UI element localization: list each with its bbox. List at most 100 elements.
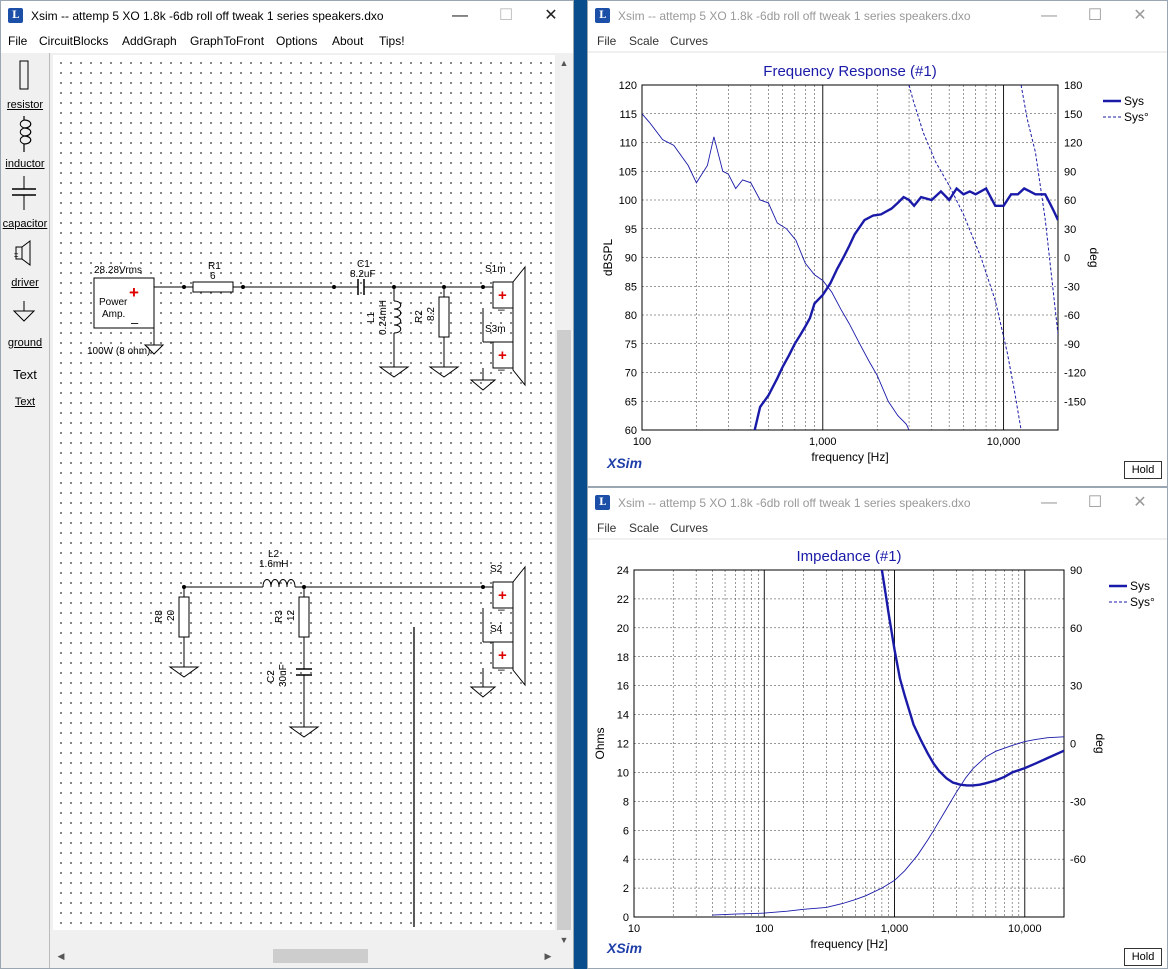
r2-name: R2 (414, 310, 425, 323)
palette-text[interactable]: Text Text (1, 365, 49, 415)
freq-menu-curves[interactable]: Curves (670, 34, 708, 48)
vertical-scrollbar[interactable]: ▲ ▼ (556, 55, 572, 948)
palette-text-label: Text (14, 396, 36, 408)
r2-resistor[interactable] (438, 296, 450, 338)
y2-tick-label: 0 (1064, 253, 1070, 265)
s3m-name: S3m (485, 324, 506, 335)
freq-close-button[interactable]: ✕ (1117, 1, 1163, 31)
maximize-button[interactable]: ☐ (483, 1, 529, 31)
y-axis-label: Ohms (593, 727, 607, 759)
s4-minus: – (498, 662, 505, 676)
scroll-left-arrow-icon[interactable]: ◀ (53, 948, 69, 964)
frequency-response-chart[interactable]: 60 65 70 75 80 85 90 95 100 105 110 115 120 -150 -120 -… (588, 53, 1167, 486)
y-tick-label: 115 (619, 109, 637, 121)
y-tick-label: 10 (617, 767, 629, 779)
l2-inductor[interactable] (262, 579, 296, 588)
component-palette: resistor inductor capacitor ± driver gro… (1, 53, 50, 968)
y2-tick-label: 60 (1064, 195, 1076, 207)
freq-maximize-button[interactable]: ☐ (1072, 1, 1118, 31)
xsim-logo: XSim (607, 455, 643, 471)
y2-tick-label: -30 (1064, 281, 1080, 293)
palette-driver-label: driver (11, 277, 39, 289)
x-tick-label: 10 (628, 923, 640, 935)
horizontal-scroll-thumb[interactable] (273, 949, 368, 963)
y-tick-label: 6 (623, 825, 629, 837)
r1-resistor[interactable] (192, 281, 234, 293)
impedance-chart[interactable]: 024681012141618202224-60-30030609010 100 1… (588, 540, 1167, 968)
l2-value: 1.6mH (259, 559, 288, 570)
y2-tick-label: 150 (1064, 109, 1082, 121)
palette-inductor[interactable]: inductor (1, 116, 49, 174)
y2-axis-label: deg (1093, 733, 1107, 753)
palette-ground[interactable]: ground (1, 297, 49, 355)
y-tick-label: 2 (623, 883, 629, 895)
y2-tick-label: -60 (1070, 854, 1086, 866)
y-tick-label: 105 (619, 166, 637, 178)
imp-window-titlebar[interactable]: L Xsim -- attemp 5 XO 1.8k -6db roll off… (588, 488, 1167, 518)
y2-tick-label: -120 (1064, 368, 1086, 380)
svg-text:±: ± (14, 250, 19, 259)
y-tick-label: 100 (619, 195, 637, 207)
menu-addgraph[interactable]: AddGraph (122, 34, 177, 48)
s4-name: S4 (490, 624, 503, 635)
y2-tick-label: 60 (1070, 623, 1082, 635)
imp-menu-scale[interactable]: Scale (629, 521, 659, 535)
horizontal-scrollbar[interactable]: ◀ ▶ (53, 948, 556, 964)
imp-hold-button[interactable]: Hold (1124, 948, 1162, 966)
menu-file[interactable]: File (8, 34, 27, 48)
y-tick-label: 14 (617, 710, 629, 722)
legend-label: Sys (1124, 94, 1144, 108)
y-tick-label: 90 (625, 253, 637, 265)
schematic-canvas[interactable]: + + + + + – – – – – 28.28Vrms Power Amp.… (53, 55, 555, 930)
freq-menu-scale[interactable]: Scale (629, 34, 659, 48)
ground-icon (12, 301, 36, 322)
scroll-up-arrow-icon[interactable]: ▲ (556, 55, 572, 71)
menu-circuitblocks[interactable]: CircuitBlocks (39, 34, 108, 48)
imp-minimize-button[interactable]: — (1026, 488, 1072, 518)
menu-options[interactable]: Options (276, 34, 317, 48)
r2-value: 8.2 (426, 307, 437, 321)
imp-maximize-button[interactable]: ☐ (1072, 488, 1118, 518)
y2-tick-label: 180 (1064, 80, 1082, 92)
y2-tick-label: -90 (1064, 339, 1080, 351)
r8-resistor[interactable] (178, 596, 190, 638)
r3-resistor[interactable] (298, 596, 310, 638)
schematic-drawing: + + + + + – – – – – 28.28Vrms Power Amp.… (87, 259, 526, 927)
y-tick-label: 24 (617, 565, 629, 577)
freq-minimize-button[interactable]: — (1026, 1, 1072, 31)
y-tick-label: 80 (625, 310, 637, 322)
x-axis-label: frequency [Hz] (810, 937, 887, 951)
legend-label: Sys° (1130, 595, 1155, 609)
amp-plus: + (129, 283, 139, 302)
freq-menu-file[interactable]: File (597, 34, 616, 48)
minimize-button[interactable]: — (437, 1, 483, 31)
capacitor-icon (12, 176, 36, 210)
y-tick-label: 16 (617, 681, 629, 693)
scroll-down-arrow-icon[interactable]: ▼ (556, 932, 572, 948)
imp-menu-curves[interactable]: Curves (670, 521, 708, 535)
menu-tips[interactable]: Tips! (379, 34, 405, 48)
y2-tick-label: 0 (1070, 739, 1076, 751)
scroll-right-arrow-icon[interactable]: ▶ (540, 948, 556, 964)
l1-name: L1 (366, 311, 377, 323)
x-tick-label: 1,000 (881, 923, 909, 935)
menu-graphtofront[interactable]: GraphToFront (190, 34, 264, 48)
y-axis-label: dBSPL (601, 238, 615, 276)
menu-about[interactable]: About (332, 34, 363, 48)
palette-capacitor[interactable]: capacitor (1, 174, 49, 232)
freq-hold-button[interactable]: Hold (1124, 461, 1162, 479)
r3-name: R3 (274, 610, 285, 623)
circuit-window-titlebar[interactable]: L Xsim -- attemp 5 XO 1.8k -6db roll off… (1, 1, 573, 31)
x-tick-label: 10,000 (987, 436, 1021, 448)
imp-close-button[interactable]: ✕ (1117, 488, 1163, 518)
imp-graph-area: 0 2 4 6 8 10 12 14 16 18 20 22 24 -60 -30 0 30 60 90 10 100 1… (588, 540, 1167, 968)
palette-resistor[interactable]: resistor (1, 57, 49, 115)
freq-window-titlebar[interactable]: L Xsim -- attemp 5 XO 1.8k -6db roll off… (588, 1, 1167, 31)
vertical-scroll-thumb[interactable] (557, 330, 571, 930)
amp-minus: – (131, 315, 139, 330)
imp-menu-file[interactable]: File (597, 521, 616, 535)
palette-driver[interactable]: ± driver (1, 239, 49, 297)
x-tick-label: 100 (755, 923, 773, 935)
close-button[interactable]: ✕ (528, 1, 573, 31)
l1-inductor[interactable] (393, 300, 402, 334)
